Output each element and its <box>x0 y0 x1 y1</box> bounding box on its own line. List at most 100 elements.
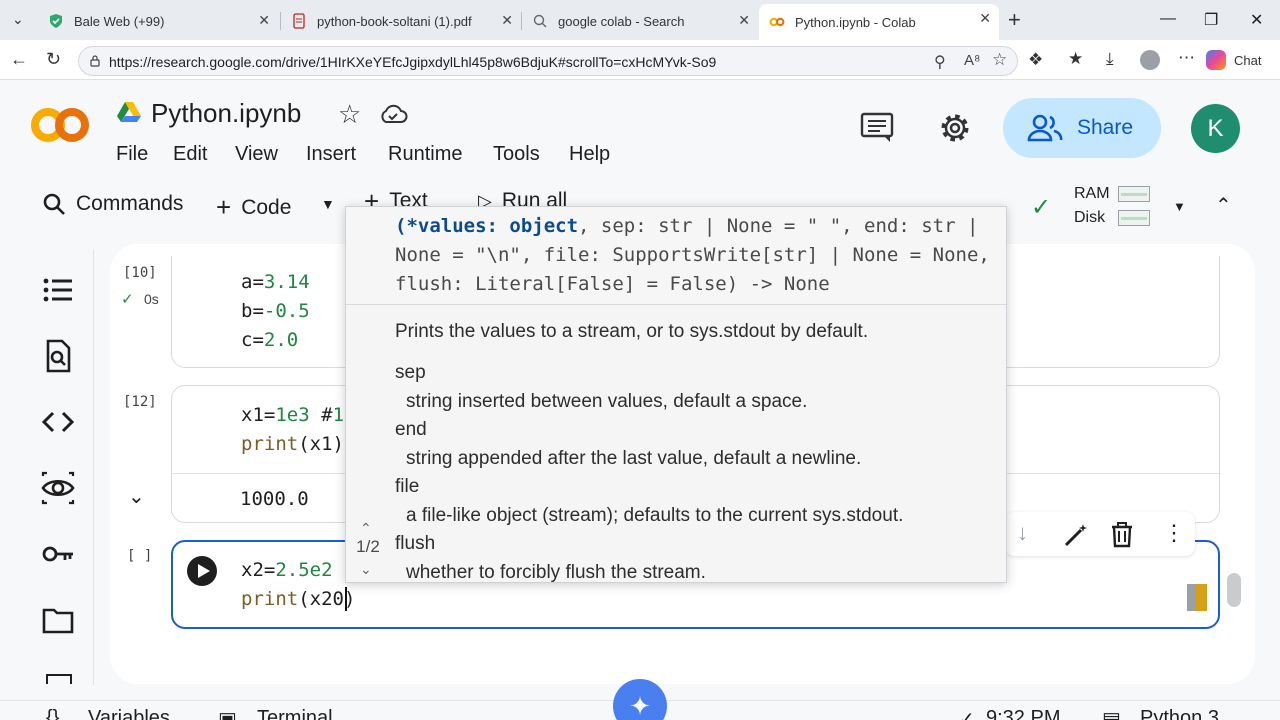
execution-count: [ ] <box>127 548 153 564</box>
next-overload-icon[interactable]: ⌄ <box>360 561 372 578</box>
run-cell-button[interactable] <box>187 556 217 586</box>
resources-dropdown-icon[interactable]: ▼ <box>1173 199 1186 214</box>
runtime-icon[interactable]: ▤ <box>1102 707 1121 720</box>
scrollbar-thumb[interactable] <box>1227 573 1241 607</box>
copilot-icon <box>1206 50 1226 70</box>
secrets-key-icon[interactable] <box>40 536 76 572</box>
tab-list-dropdown-icon[interactable]: ⌄ <box>12 11 24 28</box>
read-aloud-icon[interactable]: A⁸ <box>964 52 980 69</box>
back-arrow-icon[interactable]: ← <box>10 49 28 70</box>
move-down-icon[interactable]: ↓ <box>1017 520 1028 546</box>
tab-colab[interactable]: Python.ipynb - Colab ✕ <box>759 4 999 40</box>
code-snippets-icon[interactable] <box>40 404 76 440</box>
resources-indicator[interactable]: RAM Disk <box>1074 182 1110 230</box>
edit-ai-icon[interactable] <box>1063 522 1089 548</box>
variables-label[interactable]: Variables <box>88 707 170 720</box>
commands-label: Commands <box>76 192 184 215</box>
site-info-icon[interactable] <box>88 54 102 68</box>
close-tab-icon[interactable]: ✕ <box>738 12 750 29</box>
menu-view[interactable]: View <box>235 143 278 166</box>
colab-logo[interactable] <box>28 104 92 146</box>
settings-gear-icon[interactable] <box>938 111 972 145</box>
settings-more-icon[interactable]: ⋯ <box>1178 48 1195 68</box>
account-avatar[interactable]: K <box>1191 104 1240 153</box>
tab-search[interactable]: google colab - Search ✕ <box>522 6 758 36</box>
param-name: end <box>395 419 427 440</box>
code-line[interactable]: a=3.14 <box>241 271 310 293</box>
close-tab-icon[interactable]: ✕ <box>501 12 513 29</box>
restore-icon[interactable]: ❐ <box>1204 10 1218 30</box>
add-text-button[interactable]: + Text <box>364 190 428 206</box>
signature-help-popup: (*values: object, sep: str | None = " ",… <box>345 206 1007 583</box>
drive-icon[interactable] <box>116 101 142 123</box>
sparkle-icon: ✦ <box>629 690 651 720</box>
variables-icon[interactable]: {} <box>46 707 59 720</box>
cloud-saved-icon[interactable] <box>378 103 408 125</box>
code-line[interactable]: print(x1) <box>241 433 344 455</box>
new-tab-icon[interactable]: + <box>1008 7 1021 33</box>
extensions-icon[interactable]: ❖ <box>1028 50 1043 70</box>
files-folder-icon[interactable] <box>40 602 76 638</box>
menu-tools[interactable]: Tools <box>493 143 540 166</box>
sidebar-divider <box>93 250 94 685</box>
more-options-icon[interactable]: ⋮ <box>1163 520 1185 546</box>
code-line[interactable]: c=2.0 <box>241 329 298 351</box>
zoom-icon[interactable]: ⚲ <box>934 52 946 72</box>
favorites-icon[interactable]: ★ <box>1068 49 1083 69</box>
reload-icon[interactable]: ↻ <box>46 49 61 70</box>
tab-bale-web[interactable]: Bale Web (+99) ✕ <box>38 6 278 36</box>
comments-icon[interactable] <box>860 112 894 144</box>
menu-runtime[interactable]: Runtime <box>388 143 462 166</box>
execution-count: [10] <box>123 265 157 281</box>
code-token: x20 <box>309 588 344 610</box>
menu-help[interactable]: Help <box>569 143 610 166</box>
code-number: -0.5 <box>263 300 310 322</box>
add-code-button[interactable]: + Code <box>216 192 291 223</box>
delete-trash-icon[interactable] <box>1111 522 1133 548</box>
profile-icon[interactable] <box>1140 50 1160 70</box>
favorite-star-icon[interactable]: ☆ <box>992 50 1007 70</box>
signature-rest: , sep: str | None = " ", end: str | <box>578 215 979 237</box>
code-line[interactable]: b=-0.5 <box>241 300 310 322</box>
find-in-page-icon[interactable] <box>40 338 76 374</box>
variable-inspector-icon[interactable] <box>40 470 76 506</box>
collapse-output-icon[interactable]: ⌄ <box>128 484 145 509</box>
signature-line: (*values: object, sep: str | None = " ",… <box>395 215 978 237</box>
url-field[interactable]: https://research.google.com/drive/1HIrKX… <box>78 46 1018 76</box>
terminal-label[interactable]: Terminal <box>257 707 333 720</box>
pdf-icon <box>293 13 305 29</box>
close-tab-icon[interactable]: ✕ <box>979 10 991 27</box>
close-tab-icon[interactable]: ✕ <box>258 12 270 29</box>
star-icon[interactable]: ☆ <box>338 99 361 130</box>
code-line[interactable]: x2=2.5e2 <box>241 559 333 581</box>
run-all-button[interactable]: ▷ Run all <box>478 190 567 206</box>
commands-button[interactable]: Commands <box>42 192 183 216</box>
status-check-icon: ✓ <box>958 709 975 720</box>
copilot-chat-button[interactable]: Chat <box>1206 48 1261 72</box>
code-number: 1e3 <box>275 404 310 426</box>
code-line[interactable]: x1=1e3 #1 <box>241 404 344 426</box>
code-number: 2.5e2 <box>275 559 333 581</box>
code-number: 1 <box>332 404 345 426</box>
menu-file[interactable]: File <box>116 143 148 166</box>
code-dropdown-icon[interactable]: ▼ <box>321 196 335 212</box>
share-button[interactable]: Share <box>1003 98 1161 158</box>
run-all-label: Run all <box>501 190 568 206</box>
runtime-label[interactable]: Python 3 <box>1140 707 1219 720</box>
tab-pdf[interactable]: python-book-soltani (1).pdf ✕ <box>281 6 521 36</box>
terminal-icon[interactable]: ▣ <box>218 707 237 720</box>
sidebar-partial-icon[interactable] <box>46 674 72 684</box>
minimize-icon[interactable]: — <box>1160 10 1176 28</box>
collapse-header-icon[interactable]: ⌃ <box>1215 193 1232 218</box>
downloads-icon[interactable]: ⤓ <box>1106 49 1114 69</box>
table-of-contents-icon[interactable] <box>40 272 76 308</box>
share-label: Share <box>1077 116 1134 139</box>
disk-label: Disk <box>1074 209 1106 226</box>
menu-insert[interactable]: Insert <box>306 143 356 166</box>
menu-edit[interactable]: Edit <box>173 143 207 166</box>
code-line[interactable]: print(x20) <box>241 588 355 610</box>
previous-overload-icon[interactable]: ⌃ <box>360 520 372 537</box>
close-window-icon[interactable]: ✕ <box>1250 10 1263 30</box>
notebook-title[interactable]: Python.ipynb <box>151 98 301 129</box>
code-token: x1 <box>241 404 264 426</box>
